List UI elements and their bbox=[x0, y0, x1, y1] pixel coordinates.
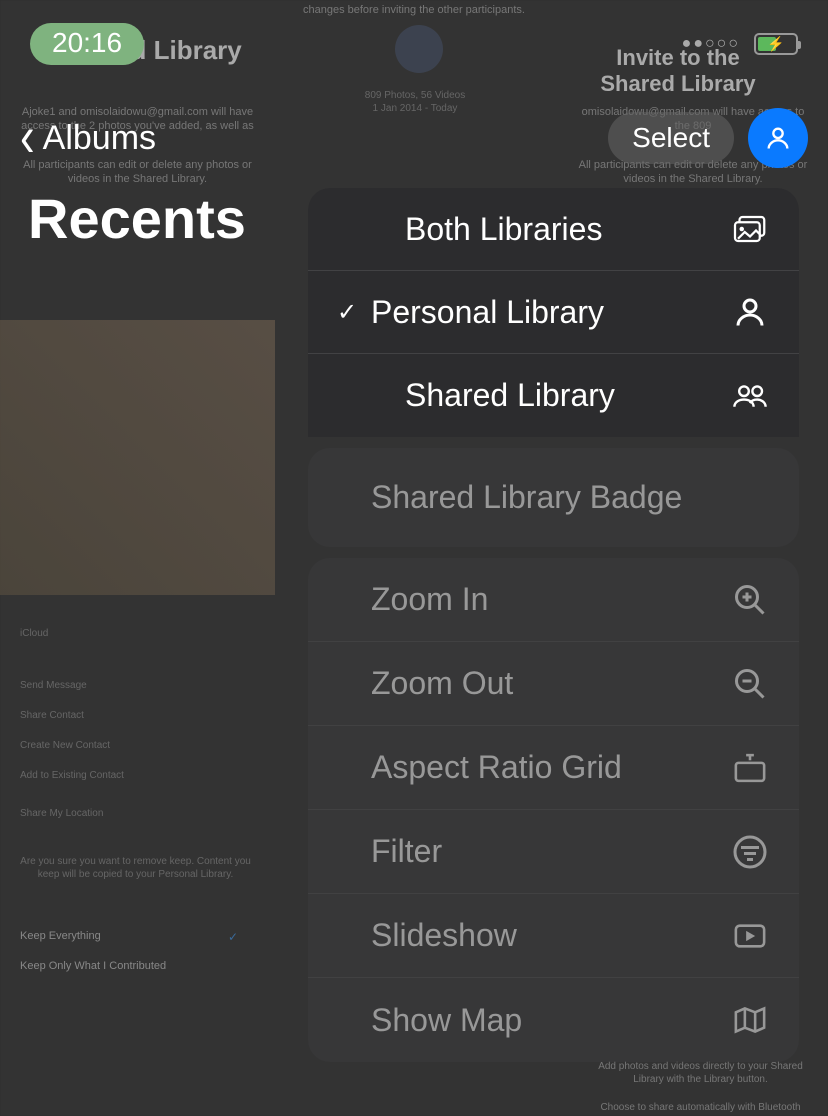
bg-text: Choose to share automatically with Bluet… bbox=[588, 1102, 813, 1113]
check-icon: ✓ bbox=[337, 298, 369, 327]
menu-item-shared-badge[interactable]: Shared Library Badge bbox=[308, 448, 799, 547]
bg-text: Keep Everything bbox=[20, 930, 250, 942]
menu-section-badge: Shared Library Badge bbox=[308, 448, 799, 547]
bg-text: Create New Contact bbox=[20, 740, 110, 751]
map-icon bbox=[730, 1002, 770, 1038]
back-label: Albums bbox=[43, 119, 156, 158]
signal-icon: ●●○○○ bbox=[682, 35, 740, 53]
menu-item-zoom-out[interactable]: Zoom Out bbox=[308, 642, 799, 726]
bg-text: changes before inviting the other partic… bbox=[280, 4, 548, 16]
person-icon bbox=[730, 294, 770, 330]
menu-label: Zoom In bbox=[371, 581, 730, 618]
menu-item-aspect-ratio[interactable]: Aspect Ratio Grid bbox=[308, 726, 799, 810]
zoom-out-icon bbox=[730, 666, 770, 702]
menu-item-personal-library[interactable]: ✓ Personal Library bbox=[308, 271, 799, 354]
menu-section-actions: Zoom In Zoom Out Aspect Ratio Grid Filte… bbox=[308, 558, 799, 1062]
menu-label: Slideshow bbox=[371, 917, 730, 954]
bg-text: Are you sure you want to remove keep. Co… bbox=[18, 855, 253, 881]
aspect-ratio-icon bbox=[730, 750, 770, 786]
bg-text: Add photos and videos directly to your S… bbox=[588, 1060, 813, 1086]
menu-label: Personal Library bbox=[371, 294, 730, 331]
bg-text: Share Contact bbox=[20, 710, 84, 721]
status-time: 20:16 bbox=[30, 23, 144, 65]
menu-item-zoom-in[interactable]: Zoom In bbox=[308, 558, 799, 642]
menu-label: Shared Library Badge bbox=[371, 479, 770, 516]
status-bar: 20:16 ●●○○○ ⚡ bbox=[0, 24, 828, 64]
chevron-left-icon: ‹ bbox=[20, 109, 35, 166]
menu-label: Show Map bbox=[371, 1002, 730, 1039]
back-button[interactable]: ‹ Albums bbox=[20, 116, 156, 160]
bg-text: Keep Only What I Contributed bbox=[20, 960, 166, 972]
bg-text: iCloud bbox=[20, 628, 48, 639]
bg-text: Add to Existing Contact bbox=[20, 770, 124, 781]
context-menu: Both Libraries ✓ Personal Library Sh bbox=[308, 188, 799, 1062]
menu-label: Both Libraries bbox=[405, 211, 730, 248]
menu-label: Filter bbox=[371, 833, 730, 870]
nav-bar: ‹ Albums Select bbox=[0, 108, 828, 168]
bg-text: 809 Photos, 56 Videos bbox=[305, 90, 525, 101]
bg-text: Share My Location bbox=[20, 808, 103, 819]
bg-photo-grid bbox=[0, 320, 275, 595]
bg-check-icon: ✓ bbox=[228, 930, 238, 944]
bg-text: Send Message bbox=[20, 680, 87, 691]
menu-section-libraries: Both Libraries ✓ Personal Library Sh bbox=[308, 188, 799, 437]
slideshow-icon bbox=[730, 918, 770, 954]
menu-label: Shared Library bbox=[405, 377, 730, 414]
menu-item-both-libraries[interactable]: Both Libraries bbox=[308, 188, 799, 271]
people-icon bbox=[730, 378, 770, 414]
photos-icon bbox=[730, 211, 770, 247]
menu-item-show-map[interactable]: Show Map bbox=[308, 978, 799, 1062]
person-icon bbox=[764, 124, 792, 152]
battery-icon: ⚡ bbox=[754, 33, 798, 55]
zoom-in-icon bbox=[730, 582, 770, 618]
menu-label: Aspect Ratio Grid bbox=[371, 749, 730, 786]
select-button[interactable]: Select bbox=[608, 112, 734, 164]
page-title: Recents bbox=[28, 186, 246, 251]
library-filter-button[interactable] bbox=[748, 108, 808, 168]
menu-item-shared-library[interactable]: Shared Library bbox=[308, 354, 799, 437]
menu-item-slideshow[interactable]: Slideshow bbox=[308, 894, 799, 978]
menu-label: Zoom Out bbox=[371, 665, 730, 702]
filter-icon bbox=[730, 834, 770, 870]
menu-item-filter[interactable]: Filter bbox=[308, 810, 799, 894]
